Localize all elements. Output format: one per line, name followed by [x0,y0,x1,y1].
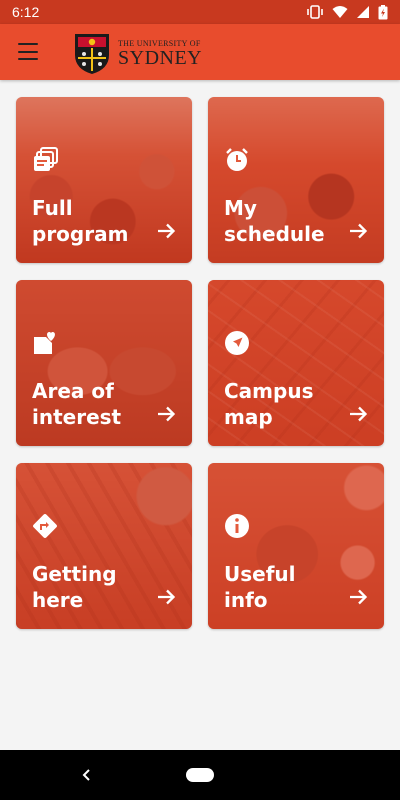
tile-full-program[interactable]: Full program [16,97,192,263]
tile-useful-info[interactable]: Useful info [208,463,384,629]
tile-area-of-interest[interactable]: Area of interest [16,280,192,446]
arrow-right-icon [158,406,176,422]
tile-label: My schedule [224,196,325,246]
arrow-right-icon [158,589,176,605]
status-bar: 6:12 [0,0,400,24]
info-icon [225,514,249,538]
directions-icon [33,514,57,538]
system-nav-bar [0,750,400,800]
home-pill[interactable] [186,768,214,782]
back-icon[interactable] [79,767,95,783]
program-icon [34,147,58,171]
arrow-right-icon [350,589,368,605]
tile-label: Full program [32,196,129,246]
signal-icon [357,6,369,18]
navigation-icon [225,331,249,355]
arrow-right-icon [158,223,176,239]
tile-label: Useful info [224,562,296,612]
logo-wordmark: THE UNIVERSITY OF SYDNEY [118,39,202,68]
crest-icon [75,34,109,74]
tile-label: Campus map [224,379,314,429]
heart-tag-icon [34,332,55,354]
status-time: 6:12 [12,4,40,20]
tile-my-schedule[interactable]: My schedule [208,97,384,263]
app-bar: THE UNIVERSITY OF SYDNEY [0,24,400,80]
wifi-icon [332,6,348,18]
alarm-clock-icon [226,148,248,171]
vibrate-icon [307,5,323,19]
battery-icon [378,4,388,19]
tile-campus-map[interactable]: Campus map [208,280,384,446]
tile-label: Getting here [32,562,117,612]
arrow-right-icon [350,406,368,422]
arrow-right-icon [350,223,368,239]
logo-main-text: SYDNEY [118,46,203,69]
status-icons [306,4,388,20]
tile-label: Area of interest [32,379,122,429]
tile-getting-here[interactable]: Getting here [16,463,192,629]
menu-icon[interactable] [18,43,38,61]
university-logo: THE UNIVERSITY OF SYDNEY [72,31,202,75]
